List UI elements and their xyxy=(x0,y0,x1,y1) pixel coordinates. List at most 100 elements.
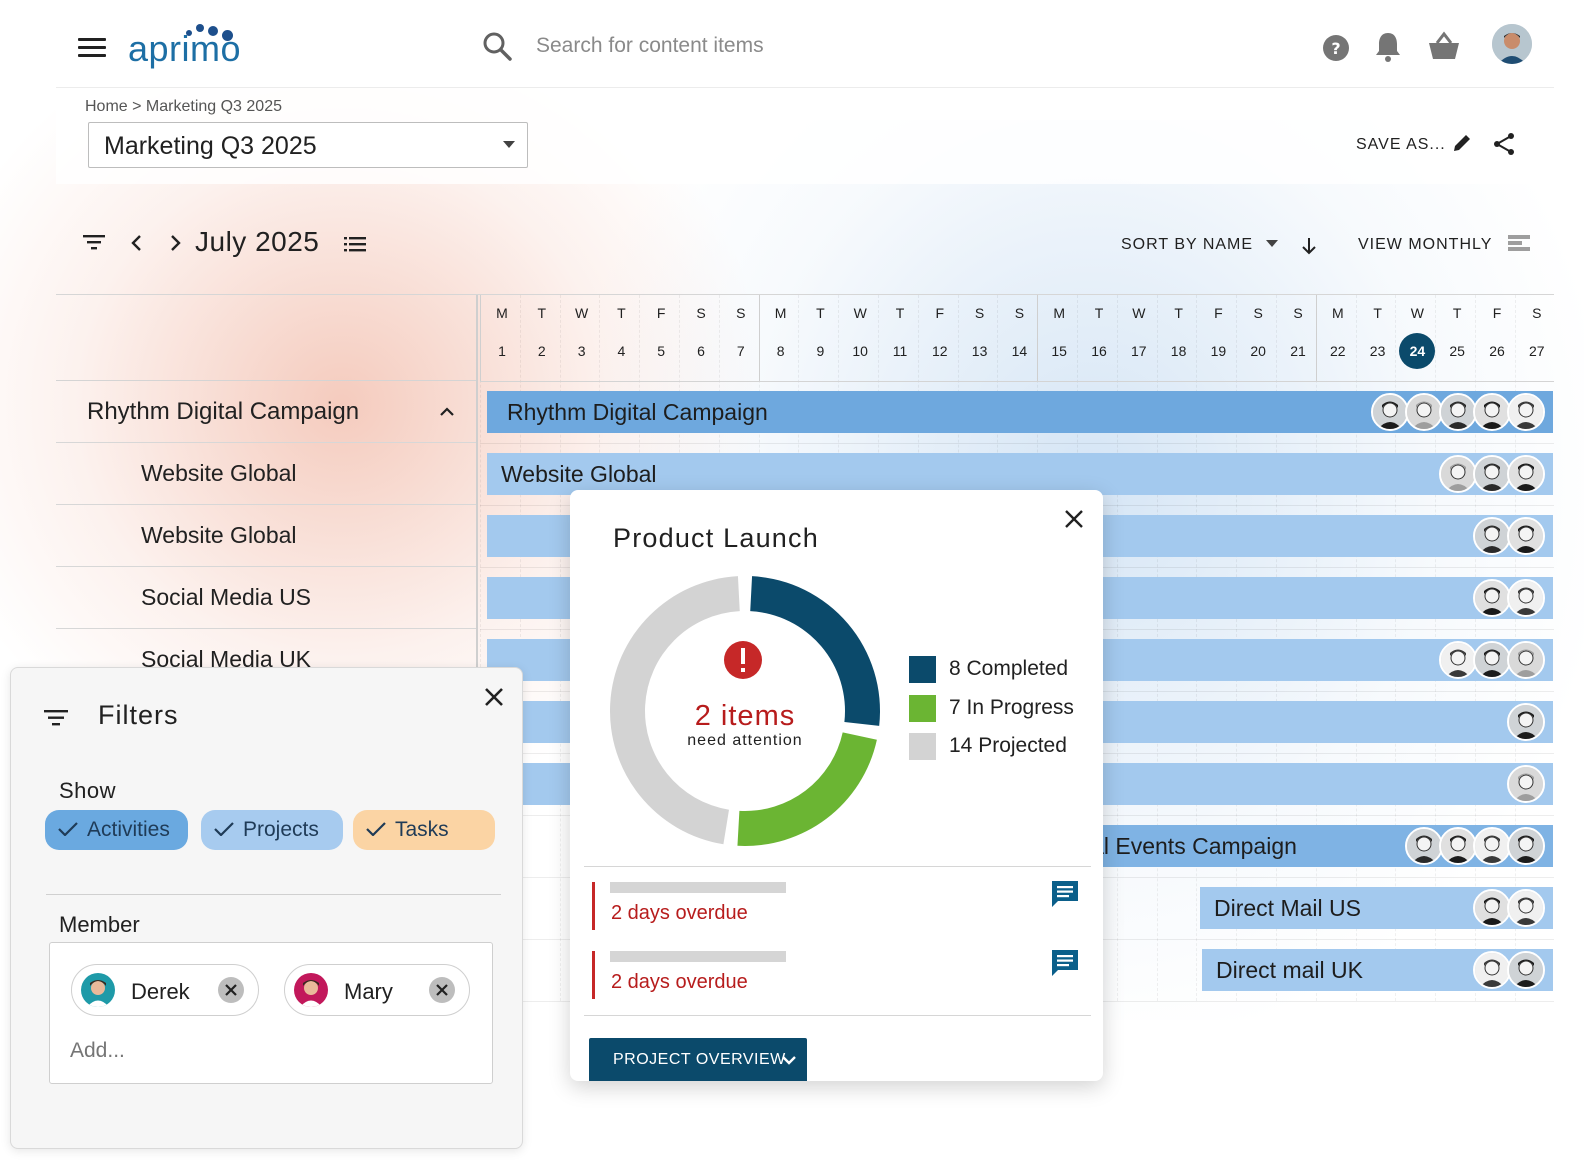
timeline-bar[interactable]: Direct mail UK xyxy=(1202,949,1553,991)
assignee-avatar[interactable] xyxy=(1507,393,1545,431)
assignee-avatar[interactable] xyxy=(1473,455,1511,493)
assignee-avatar[interactable] xyxy=(1507,889,1545,927)
project-select[interactable]: Marketing Q3 2025 xyxy=(88,122,528,168)
view-monthly-button[interactable]: VIEW MONTHLY xyxy=(1358,236,1492,254)
assignee-avatar[interactable] xyxy=(1473,827,1511,865)
share-icon[interactable] xyxy=(1492,132,1516,156)
day-number[interactable]: 2 xyxy=(522,343,562,359)
day-number[interactable]: 17 xyxy=(1119,343,1159,359)
day-number[interactable]: 25 xyxy=(1437,343,1477,359)
day-number[interactable]: 24 xyxy=(1397,343,1437,359)
previous-month-icon[interactable] xyxy=(130,234,142,252)
day-number[interactable]: 26 xyxy=(1477,343,1517,359)
timeline-bar[interactable]: Rhythm Digital Campaign xyxy=(487,391,1553,433)
chip-activities[interactable]: Activities xyxy=(45,810,188,850)
assignee-avatar[interactable] xyxy=(1507,827,1545,865)
member-field[interactable]: Derek Mary Add... xyxy=(49,942,493,1084)
member-chip-mary[interactable]: Mary xyxy=(284,964,470,1016)
day-number[interactable]: 4 xyxy=(601,343,641,359)
overdue-task-item[interactable]: 2 days overdue xyxy=(592,950,1092,999)
assignee-avatar[interactable] xyxy=(1507,579,1545,617)
close-popup-icon[interactable] xyxy=(1063,508,1085,530)
day-number[interactable]: 6 xyxy=(681,343,721,359)
assignee-avatar[interactable] xyxy=(1507,951,1545,989)
comment-icon[interactable] xyxy=(1049,947,1081,979)
assignee-avatar[interactable] xyxy=(1439,641,1477,679)
assignee-avatar[interactable] xyxy=(1405,393,1443,431)
assignee-avatar[interactable] xyxy=(1507,765,1545,803)
row-label[interactable]: Social Media US xyxy=(56,567,476,629)
day-number[interactable]: 12 xyxy=(920,343,960,359)
help-icon[interactable]: ? xyxy=(1318,28,1354,64)
assignee-avatar[interactable] xyxy=(1473,951,1511,989)
day-number[interactable]: 16 xyxy=(1079,343,1119,359)
day-number[interactable]: 3 xyxy=(562,343,602,359)
timeline-bar[interactable]: Website Global xyxy=(487,453,1553,495)
row-label[interactable]: Website Global xyxy=(56,443,476,505)
timeline-bar[interactable]: Local Events Campaign xyxy=(1040,825,1553,867)
day-number[interactable]: 5 xyxy=(641,343,681,359)
day-number[interactable]: 21 xyxy=(1278,343,1318,359)
day-number[interactable]: 14 xyxy=(999,343,1039,359)
day-number[interactable]: 27 xyxy=(1517,343,1557,359)
day-number[interactable]: 13 xyxy=(960,343,1000,359)
sort-direction-icon[interactable] xyxy=(1300,236,1318,256)
day-number[interactable]: 1 xyxy=(482,343,522,359)
comment-icon[interactable] xyxy=(1049,878,1081,910)
assignee-avatar[interactable] xyxy=(1439,393,1477,431)
day-number[interactable]: 8 xyxy=(761,343,801,359)
breadcrumb[interactable]: Home > Marketing Q3 2025 xyxy=(85,98,282,116)
day-number[interactable]: 18 xyxy=(1159,343,1199,359)
notification-bell-icon[interactable] xyxy=(1370,28,1406,64)
assignee-avatar[interactable] xyxy=(1473,393,1511,431)
timeline-bar[interactable]: Direct Mail US xyxy=(1200,887,1553,929)
chip-projects[interactable]: Projects xyxy=(201,810,343,850)
collapse-chevron-icon[interactable] xyxy=(439,407,455,417)
day-number[interactable]: 23 xyxy=(1358,343,1398,359)
pencil-icon[interactable] xyxy=(1451,132,1473,154)
filter-icon[interactable] xyxy=(83,234,105,250)
assignee-avatar[interactable] xyxy=(1439,455,1477,493)
add-member-input[interactable]: Add... xyxy=(70,1039,125,1063)
save-as-button[interactable]: SAVE AS... xyxy=(1356,136,1446,154)
weekday-label: W xyxy=(853,305,867,321)
assignee-avatar[interactable] xyxy=(1507,641,1545,679)
assignee-avatar[interactable] xyxy=(1507,517,1545,555)
remove-member-icon[interactable] xyxy=(217,976,245,1004)
list-view-icon[interactable] xyxy=(344,236,366,252)
row-label[interactable]: Rhythm Digital Campaign xyxy=(56,381,476,443)
assignee-avatar[interactable] xyxy=(1473,641,1511,679)
timeline-view-icon[interactable] xyxy=(1508,234,1530,252)
sort-caret-icon[interactable] xyxy=(1266,240,1278,247)
day-number[interactable]: 15 xyxy=(1039,343,1079,359)
assignee-avatar[interactable] xyxy=(1439,827,1477,865)
day-number[interactable]: 7 xyxy=(721,343,761,359)
close-filters-icon[interactable] xyxy=(483,686,505,708)
overdue-task-item[interactable]: 2 days overdue xyxy=(592,881,1092,930)
next-month-icon[interactable] xyxy=(170,234,182,252)
day-number[interactable]: 19 xyxy=(1198,343,1238,359)
row-label[interactable]: Website Global xyxy=(56,505,476,567)
assignee-avatar[interactable] xyxy=(1473,579,1511,617)
member-chip-derek[interactable]: Derek xyxy=(71,964,259,1016)
sort-by-button[interactable]: SORT BY NAME xyxy=(1121,236,1253,254)
menu-icon[interactable] xyxy=(78,38,106,60)
project-overview-button[interactable]: PROJECT OVERVIEW xyxy=(589,1038,807,1081)
day-number[interactable]: 11 xyxy=(880,343,920,359)
remove-member-icon[interactable] xyxy=(428,976,456,1004)
day-number[interactable]: 20 xyxy=(1238,343,1278,359)
day-number[interactable]: 22 xyxy=(1318,343,1358,359)
assignee-avatar[interactable] xyxy=(1405,827,1443,865)
assignee-avatar[interactable] xyxy=(1473,889,1511,927)
basket-icon[interactable] xyxy=(1426,28,1462,64)
search-icon[interactable] xyxy=(481,30,513,62)
assignee-avatar[interactable] xyxy=(1371,393,1409,431)
user-avatar[interactable] xyxy=(1492,24,1532,64)
day-number[interactable]: 9 xyxy=(800,343,840,359)
assignee-avatar[interactable] xyxy=(1507,455,1545,493)
assignee-avatar[interactable] xyxy=(1473,517,1511,555)
day-number[interactable]: 10 xyxy=(840,343,880,359)
search-input[interactable]: Search for content items xyxy=(536,34,764,58)
chip-tasks[interactable]: Tasks xyxy=(353,810,495,850)
assignee-avatar[interactable] xyxy=(1507,703,1545,741)
